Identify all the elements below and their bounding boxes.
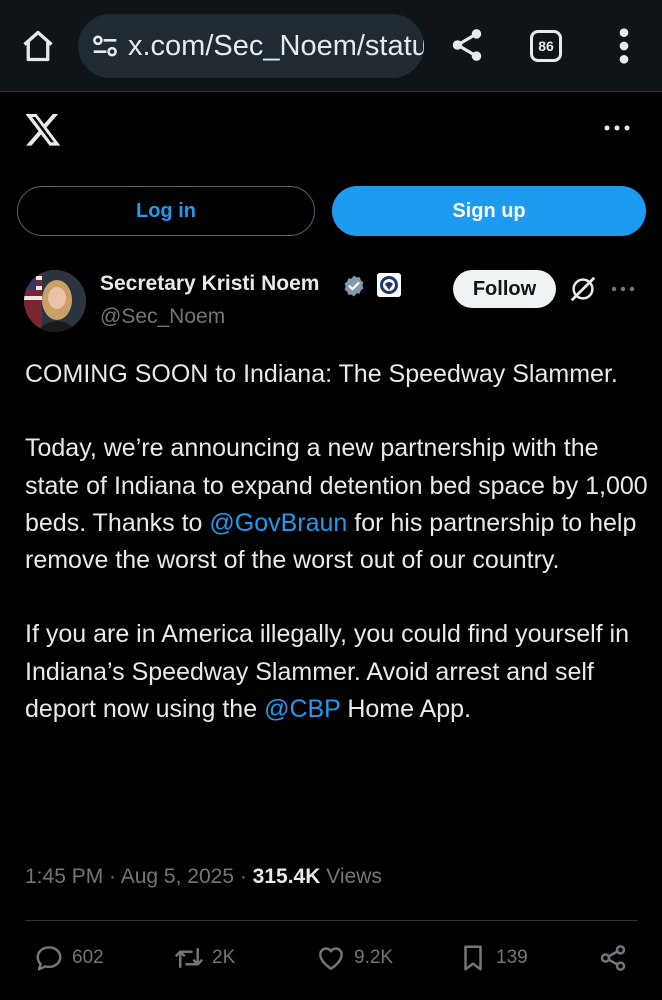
tweet-time[interactable]: 1:45 PM (25, 865, 103, 888)
reply-button[interactable]: 602 (34, 940, 104, 976)
tweet-date[interactable]: Aug 5, 2025 (121, 865, 234, 888)
bookmark-button[interactable]: 139 (458, 940, 528, 976)
tweet-text-span: Home App. (340, 694, 472, 723)
views-count: 315.4K (252, 865, 321, 888)
bookmark-count: 139 (496, 947, 528, 968)
x-logo-icon[interactable] (24, 110, 62, 148)
mention-link[interactable]: @CBP (264, 695, 340, 723)
address-bar[interactable]: x.com/Sec_Noem/status (78, 14, 424, 78)
grok-icon[interactable] (568, 274, 598, 304)
avatar-image (24, 270, 86, 332)
home-icon[interactable] (20, 28, 56, 64)
author-name[interactable]: Secretary Kristi Noem (100, 272, 319, 296)
views-label: Views (320, 865, 382, 888)
avatar[interactable] (24, 270, 86, 332)
repost-count: 2K (212, 947, 236, 968)
share-icon (600, 945, 626, 971)
repost-button[interactable]: 2K (174, 940, 235, 976)
share-tweet-button[interactable] (598, 940, 636, 976)
dhs-seal-icon (377, 273, 401, 297)
signup-button[interactable]: Sign up (332, 186, 646, 236)
follow-button[interactable]: Follow (453, 270, 556, 308)
more-options-icon[interactable] (602, 118, 632, 138)
author-handle[interactable]: @Sec_Noem (100, 305, 225, 329)
tweet-text: COMING SOON to Indiana: The Speedway Sla… (25, 356, 650, 728)
overflow-menu-icon[interactable] (612, 26, 636, 66)
divider (25, 920, 638, 921)
heart-icon (319, 947, 343, 970)
share-icon[interactable] (448, 26, 486, 64)
tweet-paragraph: If you are in America illegally, you cou… (25, 616, 650, 728)
browser-toolbar: x.com/Sec_Noem/status 86 (0, 0, 662, 92)
separator: · (103, 865, 121, 888)
separator: · (234, 865, 253, 888)
tweet-more-icon[interactable] (610, 284, 636, 294)
bookmark-icon (464, 945, 482, 971)
verified-badge-icon (344, 275, 364, 297)
login-button[interactable]: Log in (17, 186, 315, 236)
reply-icon (36, 946, 62, 971)
tweet-paragraph: COMING SOON to Indiana: The Speedway Sla… (25, 360, 618, 388)
like-count: 9.2K (354, 947, 394, 968)
url-text: x.com/Sec_Noem/status (128, 29, 424, 62)
site-settings-icon[interactable] (88, 29, 122, 63)
reply-count: 602 (72, 947, 104, 968)
repost-icon (175, 948, 203, 968)
tab-switcher-button[interactable]: 86 (530, 30, 562, 62)
like-button[interactable]: 9.2K (316, 940, 393, 976)
tweet-paragraph: Today, we’re announcing a new partnershi… (25, 430, 650, 579)
tweet-metadata: 1:45 PM · Aug 5, 2025 · 315.4K Views (25, 865, 382, 889)
mention-link[interactable]: @GovBraun (209, 509, 347, 537)
